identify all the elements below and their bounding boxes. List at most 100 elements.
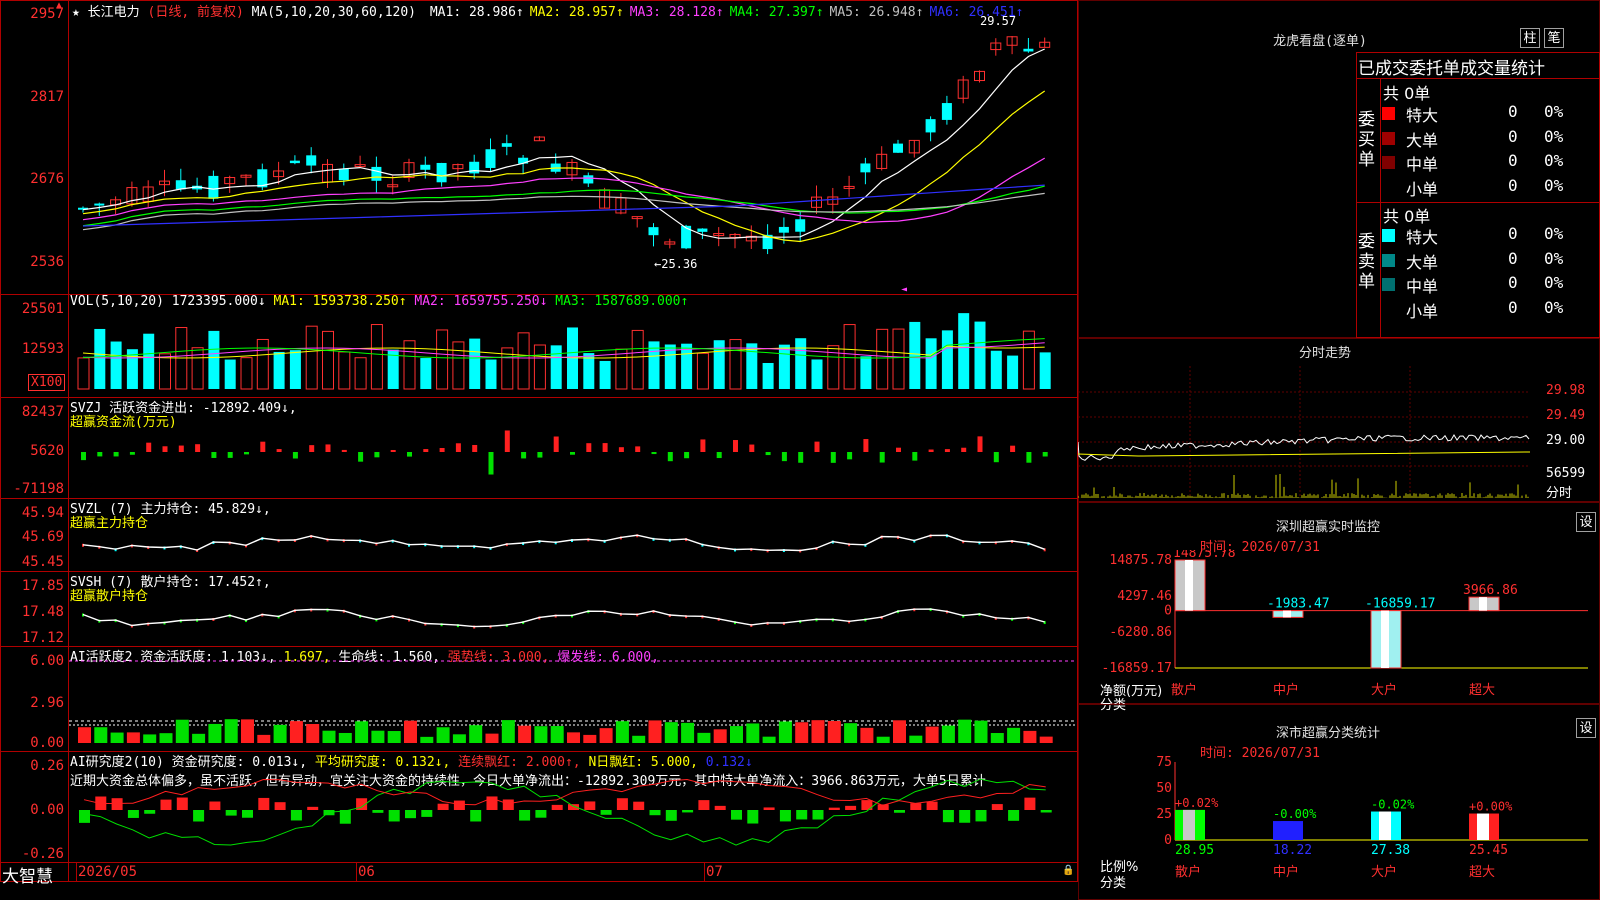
volume-bar [681, 343, 693, 389]
candle-body [1023, 48, 1034, 52]
fund-flow-bar [651, 452, 657, 455]
research-bar [731, 810, 742, 820]
activity-bar [224, 719, 238, 743]
sz-monitor-axis-label: -6280.86 [1109, 625, 1172, 640]
fund-flow-bar [537, 452, 543, 458]
vol-unit-badge[interactable]: X100 [28, 374, 66, 391]
activity-bar [795, 722, 809, 743]
volume-bar [354, 357, 367, 390]
activity-bar [404, 720, 417, 743]
tick [704, 863, 705, 881]
fund-flow-bar [81, 452, 86, 461]
volume-bar [94, 328, 106, 389]
order-row-pct: 0% [1544, 126, 1564, 146]
lock-icon[interactable]: 🔒 [1062, 865, 1074, 876]
research-bar [176, 797, 188, 810]
order-row-count: 0 [1508, 273, 1518, 292]
price-axis-label: 2817 [30, 89, 64, 105]
fund-flow-bar [162, 446, 168, 452]
activity-bar [664, 722, 678, 743]
order-row-name: 大单 [1406, 130, 1439, 150]
sz-class-bar-highlight [1281, 821, 1293, 840]
sell-orders-label: 委卖单 [1358, 232, 1375, 292]
volume-bar [469, 338, 481, 389]
research-bar [437, 803, 449, 810]
fund-flow-bar [455, 443, 461, 452]
retail-holding-line [82, 608, 1045, 628]
order-color-swatch [1382, 107, 1395, 120]
volume-bar [795, 338, 807, 389]
order-row-count: 0 [1508, 248, 1518, 268]
main-holding-chart[interactable] [69, 499, 1077, 571]
sz-monitor-bar-label: 3966.86 [1463, 583, 1518, 598]
candle-body [925, 119, 936, 133]
order-color-swatch [1382, 278, 1395, 291]
column-view-button[interactable]: 柱 [1520, 28, 1540, 48]
fund-flow-bar [570, 452, 575, 455]
research-bar [372, 810, 384, 813]
low-price-mark: ←25.36 [654, 257, 698, 271]
fund-flow-bar [227, 452, 233, 458]
intraday-chart[interactable] [1078, 362, 1600, 500]
sz-monitor-axis-label: 14875.78 [1109, 553, 1172, 568]
svzj-axis-label: 5620 [30, 443, 64, 459]
research-bar [633, 801, 645, 810]
activity-bar [78, 727, 91, 743]
sz-class-axis-label: 25 [1156, 807, 1172, 822]
candle-body [338, 168, 349, 181]
sz-class-bar-highlight [1379, 811, 1391, 840]
volume-bar [909, 321, 921, 389]
order-row-pct: 0% [1544, 151, 1564, 170]
retail-holding-chart[interactable] [69, 572, 1077, 646]
separator [1380, 78, 1381, 338]
candle-body [289, 160, 300, 164]
activity-bar [876, 736, 890, 743]
activity-bar [192, 733, 206, 743]
research-bar [127, 810, 139, 818]
research-bar [1040, 810, 1052, 813]
research-bar [600, 810, 612, 815]
volume-bar [958, 313, 970, 389]
intraday-axis-label: 29.00 [1546, 433, 1586, 448]
ai-activity-chart[interactable] [69, 647, 1077, 751]
tick-view-button[interactable]: 笔 [1544, 28, 1564, 48]
fund-flow-bar [129, 452, 135, 455]
activity-bar [713, 729, 727, 743]
activity-bar [436, 727, 450, 743]
app-logo[interactable]: 大智慧 [2, 862, 53, 887]
activity-bar [844, 723, 858, 743]
activity-bar [159, 733, 173, 743]
volume-chart[interactable] [69, 295, 1077, 397]
order-row-name: 特大 [1406, 228, 1439, 247]
fund-flow-bar [1026, 452, 1032, 463]
sz-class-settings-button[interactable]: 设 [1576, 718, 1596, 738]
ma4-line [82, 185, 1045, 227]
cursor-marker-icon: ◄ [901, 284, 907, 294]
activity-bar [452, 734, 466, 743]
sz-class-category-label: 超大 [1469, 865, 1495, 880]
activity-bar [322, 730, 336, 743]
intraday-axis-label: 29.49 [1546, 408, 1586, 423]
candle-body [371, 166, 382, 181]
activity-bar [485, 733, 499, 743]
svzj-axis-label: -71198 [13, 481, 64, 497]
order-row-name: 小单 [1406, 301, 1439, 321]
candle-body [485, 149, 496, 168]
svsh-axis-label: 17.48 [21, 604, 64, 620]
ai-research-chart[interactable] [69, 752, 1077, 862]
volume-bar [811, 359, 823, 389]
svzl-axis-label: 45.69 [21, 529, 64, 545]
order-color-swatch [1382, 303, 1395, 316]
fund-flow-bar [896, 447, 901, 452]
volume-bar [843, 324, 856, 390]
sz-monitor-settings-button[interactable]: 设 [1576, 512, 1596, 532]
volume-bar [485, 359, 497, 389]
research-bar [453, 800, 465, 810]
fund-flow-chart[interactable] [69, 398, 1077, 498]
fund-flow-bar [97, 452, 103, 457]
candlestick-chart[interactable]: ◄ [69, 0, 1077, 294]
sz-class-chart[interactable]: 75 50 25 0 +0.02% 28.95 散户 -0.00% 18.22 中户 -0.02% 2… [1078, 756, 1600, 900]
fund-flow-bar [1042, 452, 1048, 457]
intraday-axis-label: 29.98 [1546, 383, 1586, 398]
fund-flow-bar [993, 452, 999, 463]
